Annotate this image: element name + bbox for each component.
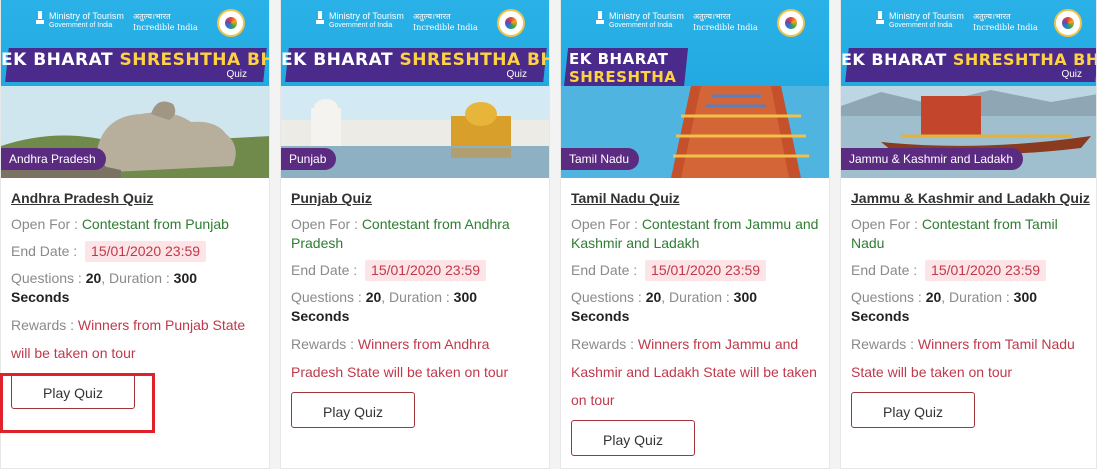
quiz-banner-image: Ministry of Tourism Government of India अ… bbox=[281, 0, 549, 178]
region-label: Jammu & Kashmir and Ladakh bbox=[841, 148, 1024, 170]
end-date-row: End Date : 15/01/2020 23:59 bbox=[11, 241, 259, 262]
banner-title: EK BHARAT SHRESHTHA BHARAT Quiz bbox=[1, 48, 269, 82]
quiz-title-link[interactable]: Punjab Quiz bbox=[291, 189, 372, 207]
questions-duration-row: Questions : 20, Duration : 300 Seconds bbox=[291, 289, 478, 324]
region-label: Punjab bbox=[281, 148, 337, 170]
incredible-india-logo: अतुल्य।भारत Incredible India bbox=[133, 12, 198, 32]
ebsb-logo-icon bbox=[777, 9, 805, 37]
end-date-badge: 15/01/2020 23:59 bbox=[925, 260, 1047, 281]
end-date-row: End Date : 15/01/2020 23:59 bbox=[851, 260, 1086, 281]
national-emblem-icon bbox=[876, 11, 884, 24]
questions-duration-row: Questions : 20, Duration : 300 Seconds bbox=[571, 289, 758, 324]
quiz-banner-image: Ministry of Tourism Government of India अ… bbox=[841, 0, 1096, 178]
banner-title: EK BHARAT SHRESHTHA BHARAT Quiz bbox=[281, 48, 549, 82]
banner-logos: Ministry of Tourism Government of India अ… bbox=[561, 9, 829, 39]
play-quiz-button[interactable]: Play Quiz bbox=[291, 392, 415, 428]
rewards-row: Rewards : Winners from Jammu and Kashmir… bbox=[571, 336, 817, 408]
quiz-card-jammu-kashmir-ladakh: Ministry of Tourism Government of India अ… bbox=[840, 0, 1097, 469]
region-label: Tamil Nadu bbox=[561, 148, 640, 170]
ministry-logo: Ministry of Tourism Government of India bbox=[889, 11, 964, 29]
national-emblem-icon bbox=[316, 11, 324, 24]
banner-logos: Ministry of Tourism Government of India अ… bbox=[281, 9, 549, 39]
questions-duration-row: Questions : 20, Duration : 300 Seconds bbox=[851, 289, 1038, 324]
ministry-logo: Ministry of Tourism Government of India bbox=[329, 11, 404, 29]
end-date-badge: 15/01/2020 23:59 bbox=[365, 260, 487, 281]
rewards-row: Rewards : Winners from Punjab State will… bbox=[11, 317, 246, 361]
highlight-annotation-box bbox=[0, 373, 155, 433]
ministry-logo: Ministry of Tourism Government of India bbox=[49, 11, 124, 29]
ebsb-logo-icon bbox=[217, 9, 245, 37]
end-date-row: End Date : 15/01/2020 23:59 bbox=[291, 260, 539, 281]
end-date-badge: 15/01/2020 23:59 bbox=[85, 241, 207, 262]
open-for-row: Open For : Contestant from Punjab bbox=[11, 216, 229, 232]
rewards-row: Rewards : Winners from Tamil Nadu State … bbox=[851, 336, 1075, 380]
region-label: Andhra Pradesh bbox=[1, 148, 106, 170]
national-emblem-icon bbox=[596, 11, 604, 24]
play-quiz-button[interactable]: Play Quiz bbox=[571, 420, 695, 456]
ministry-logo: Ministry of Tourism Government of India bbox=[609, 11, 684, 29]
ebsb-logo-icon bbox=[1054, 9, 1082, 37]
end-date-row: End Date : 15/01/2020 23:59 bbox=[571, 260, 819, 281]
national-emblem-icon bbox=[36, 11, 44, 24]
open-for-row: Open For : Contestant from Andhra Prades… bbox=[291, 216, 510, 251]
quiz-title-link[interactable]: Jammu & Kashmir and Ladakh Quiz bbox=[851, 189, 1090, 207]
banner-logos: Ministry of Tourism Government of India अ… bbox=[1, 9, 269, 39]
rewards-row: Rewards : Winners from Andhra Pradesh St… bbox=[291, 336, 509, 380]
quiz-title-link[interactable]: Tamil Nadu Quiz bbox=[571, 189, 680, 207]
play-quiz-button[interactable]: Play Quiz bbox=[851, 392, 975, 428]
banner-logos: Ministry of Tourism Government of India अ… bbox=[841, 9, 1096, 39]
banner-title: EK BHARAT SHRESHTHA BHARAT Quiz bbox=[841, 42, 1096, 86]
quiz-banner-image: Ministry of Tourism Government of India अ… bbox=[1, 0, 269, 178]
quiz-title-link[interactable]: Andhra Pradesh Quiz bbox=[11, 189, 153, 207]
quiz-card-grid: Ministry of Tourism Government of India अ… bbox=[0, 0, 1097, 469]
open-for-row: Open For : Contestant from Jammu and Kas… bbox=[571, 216, 819, 251]
incredible-india-logo: अतुल्य।भारत Incredible India bbox=[693, 12, 758, 32]
ebsb-logo-icon bbox=[497, 9, 525, 37]
incredible-india-logo: अतुल्य।भारत Incredible India bbox=[973, 12, 1038, 32]
quiz-banner-image: Ministry of Tourism Government of India अ… bbox=[561, 0, 829, 178]
quiz-card-punjab: Ministry of Tourism Government of India अ… bbox=[280, 0, 550, 469]
incredible-india-logo: अतुल्य।भारत Incredible India bbox=[413, 12, 478, 32]
open-for-row: Open For : Contestant from Tamil Nadu bbox=[851, 216, 1058, 251]
questions-duration-row: Questions : 20, Duration : 300 Seconds bbox=[11, 270, 198, 305]
quiz-card-tamil-nadu: Ministry of Tourism Government of India अ… bbox=[560, 0, 830, 469]
end-date-badge: 15/01/2020 23:59 bbox=[645, 260, 767, 281]
